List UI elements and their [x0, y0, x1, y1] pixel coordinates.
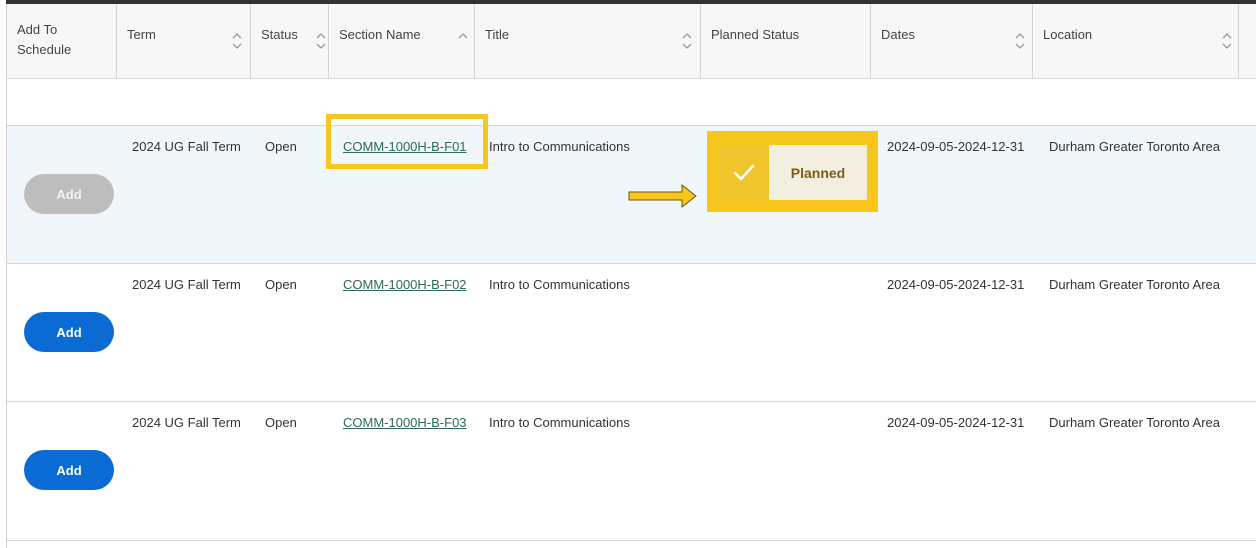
sort-chevrons-icon[interactable]	[1222, 30, 1232, 52]
dates-cell: 2024-09-05-2024-12-31	[887, 139, 1025, 154]
column-label-line1: Add To	[17, 22, 58, 37]
column-label: Status	[261, 27, 298, 42]
column-label: Planned Status	[711, 27, 800, 42]
location-cell: Durham Greater Toronto Area	[1049, 277, 1221, 292]
column-location[interactable]: Location	[1033, 4, 1239, 78]
location-cell: Durham Greater Toronto Area	[1049, 139, 1221, 154]
right-arrow-icon	[628, 183, 698, 214]
term-cell: 2024 UG Fall Term	[132, 415, 241, 430]
planned-status-highlight: Planned	[707, 131, 878, 212]
dates-cell: 2024-09-05-2024-12-31	[887, 415, 1025, 430]
column-dates[interactable]: Dates	[871, 4, 1033, 78]
sort-chevrons-icon[interactable]	[682, 30, 692, 52]
title-cell: Intro to Communications	[489, 277, 630, 292]
column-planned-status: Planned Status	[701, 4, 871, 78]
planned-label: Planned	[790, 164, 846, 181]
table-row: Add 2024 UG Fall Term Open COMM-1000H-B-…	[7, 402, 1256, 541]
section-name-link[interactable]: COMM-1000H-B-F03	[343, 415, 467, 430]
sort-chevrons-icon[interactable]	[316, 30, 326, 52]
column-term[interactable]: Term	[117, 4, 251, 78]
table-header: Add To Schedule Term Status Section Name…	[7, 4, 1256, 79]
sort-up-icon[interactable]	[458, 30, 468, 52]
section-name-highlight	[326, 114, 488, 169]
column-label: Title	[485, 27, 510, 42]
checkmark-icon	[718, 145, 769, 200]
add-button-disabled[interactable]: Add	[24, 174, 114, 214]
column-label: Add To Schedule	[17, 20, 71, 60]
column-label: Section Name	[339, 27, 421, 42]
column-label: Term	[127, 27, 156, 42]
column-label: Dates	[881, 27, 915, 42]
dates-cell: 2024-09-05-2024-12-31	[887, 277, 1025, 292]
sort-chevrons-icon[interactable]	[232, 30, 242, 52]
table-row: Add 2024 UG Fall Term Open COMM-1000H-B-…	[7, 264, 1256, 402]
status-cell: Open	[265, 139, 297, 154]
title-cell: Intro to Communications	[489, 139, 630, 154]
status-cell: Open	[265, 277, 297, 292]
column-title[interactable]: Title	[475, 4, 701, 78]
title-cell: Intro to Communications	[489, 415, 630, 430]
add-button[interactable]: Add	[24, 312, 114, 352]
section-name-link[interactable]: COMM-1000H-B-F02	[343, 277, 467, 292]
term-cell: 2024 UG Fall Term	[132, 139, 241, 154]
column-status[interactable]: Status	[251, 4, 329, 78]
column-add-to-schedule: Add To Schedule	[7, 4, 117, 78]
column-section-name[interactable]: Section Name	[329, 4, 475, 78]
column-label-line2: Schedule	[17, 42, 72, 57]
status-cell: Open	[265, 415, 297, 430]
add-button[interactable]: Add	[24, 450, 114, 490]
term-cell: 2024 UG Fall Term	[132, 277, 241, 292]
location-cell: Durham Greater Toronto Area	[1049, 415, 1221, 430]
sort-chevrons-icon[interactable]	[1015, 30, 1025, 52]
column-label: Location	[1043, 27, 1093, 42]
planned-status-badge: Planned	[718, 145, 867, 200]
